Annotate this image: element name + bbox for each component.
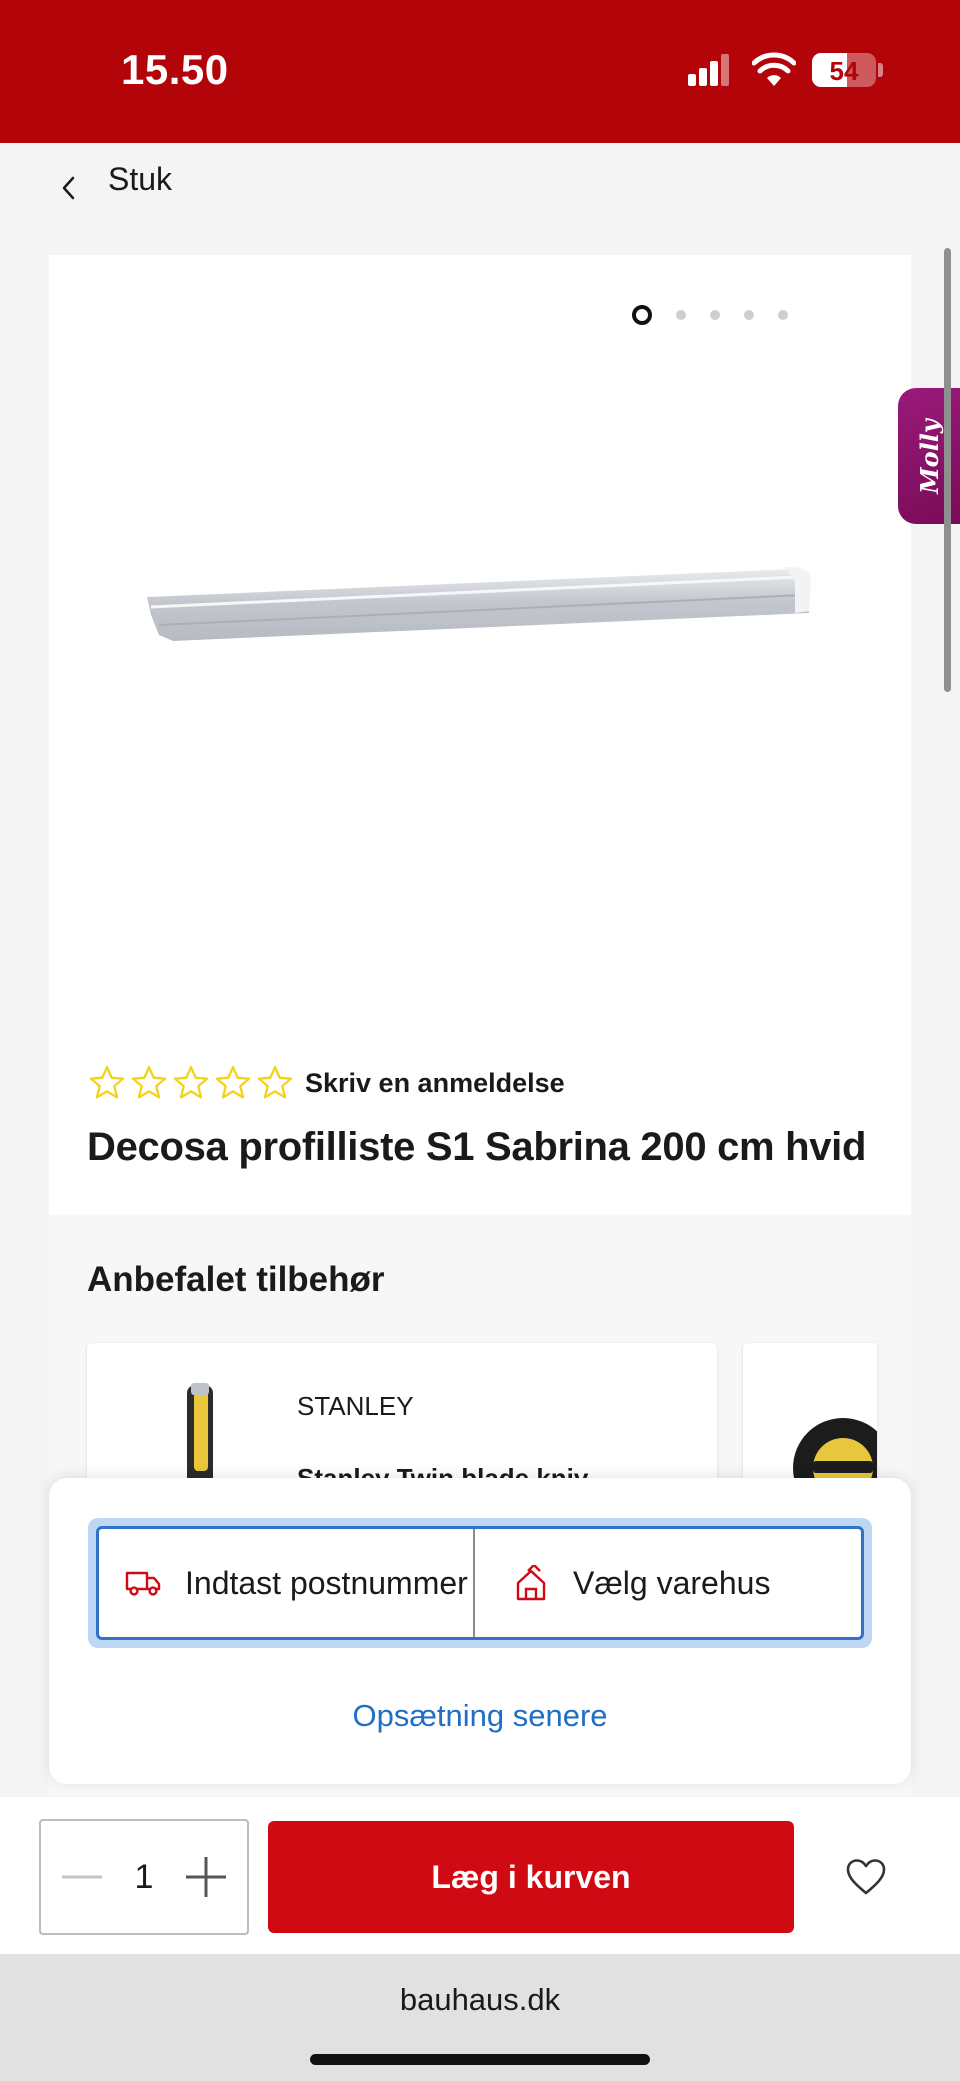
- accessory-brand: STANLEY: [297, 1391, 414, 1421]
- pagination-dot-2[interactable]: [676, 310, 686, 320]
- pagination-dot-4[interactable]: [744, 310, 754, 320]
- star-rating: [87, 1063, 295, 1103]
- star-outline-icon: [89, 1066, 125, 1099]
- rating-row[interactable]: Skriv en anmeldelse: [87, 1063, 565, 1103]
- accessories-heading: Anbefalet tilbehør: [87, 1260, 385, 1299]
- pagination-dot-1[interactable]: [632, 305, 652, 325]
- star-outline-icon: [173, 1066, 209, 1099]
- gallery-pagination[interactable]: [632, 305, 788, 325]
- wifi-icon: [752, 52, 796, 86]
- status-time: 15.50: [121, 46, 229, 93]
- store-icon: [511, 1563, 551, 1603]
- nav-bar: Stuk: [0, 143, 960, 255]
- nav-title[interactable]: Stuk: [108, 161, 172, 198]
- favorite-button[interactable]: [838, 1849, 894, 1905]
- choose-store-label: Vælg varehus: [573, 1564, 771, 1601]
- star-outline-icon: [131, 1066, 167, 1099]
- zip-code-label: Indtast postnummer: [185, 1564, 468, 1601]
- browser-url[interactable]: bauhaus.dk: [0, 1982, 960, 2018]
- star-outline-icon: [257, 1066, 293, 1099]
- status-bar: 15.50 54: [0, 0, 960, 143]
- back-chevron-icon: [62, 176, 75, 200]
- heart-icon: [846, 1859, 886, 1895]
- product-image[interactable]: [145, 555, 815, 655]
- quantity-increase-button[interactable]: [183, 1854, 229, 1900]
- scrollbar[interactable]: [944, 248, 951, 692]
- location-selector: Indtast postnummer Vælg varehus: [88, 1518, 872, 1648]
- write-review-link[interactable]: Skriv en anmeldelse: [305, 1068, 565, 1099]
- product-card: Skriv en anmeldelse Decosa profilliste S…: [49, 255, 911, 1215]
- add-to-cart-label: Læg i kurven: [431, 1858, 631, 1895]
- star-outline-icon: [215, 1066, 251, 1099]
- browser-bar: bauhaus.dk: [0, 1954, 960, 2081]
- minus-icon: [62, 1875, 102, 1879]
- quantity-stepper: 1: [39, 1819, 249, 1935]
- plus-icon: [185, 1857, 226, 1897]
- choose-store-button[interactable]: Vælg varehus: [473, 1529, 861, 1637]
- pagination-dot-5[interactable]: [778, 310, 788, 320]
- truck-icon: [123, 1563, 163, 1603]
- pagination-dot-3[interactable]: [710, 310, 720, 320]
- quantity-value[interactable]: 1: [135, 1858, 154, 1897]
- cellular-signal-icon: [688, 54, 729, 86]
- add-to-cart-button[interactable]: Læg i kurven: [268, 1821, 794, 1933]
- add-to-cart-bar: 1 Læg i kurven: [0, 1797, 960, 1954]
- setup-later-link[interactable]: Opsætning senere: [49, 1698, 911, 1734]
- home-indicator[interactable]: [310, 2054, 650, 2065]
- delivery-setup-sheet: Indtast postnummer Vælg varehus Opsætnin…: [49, 1478, 911, 1784]
- product-title: Decosa profilliste S1 Sabrina 200 cm hvi…: [87, 1125, 867, 1169]
- battery-icon: 54: [812, 53, 876, 87]
- molly-label: Molly: [914, 418, 944, 494]
- back-button[interactable]: [44, 163, 94, 213]
- battery-level: 54: [829, 56, 859, 86]
- battery-tip: [878, 63, 883, 77]
- quantity-decrease-button[interactable]: [59, 1854, 105, 1900]
- zip-code-button[interactable]: Indtast postnummer: [99, 1529, 473, 1637]
